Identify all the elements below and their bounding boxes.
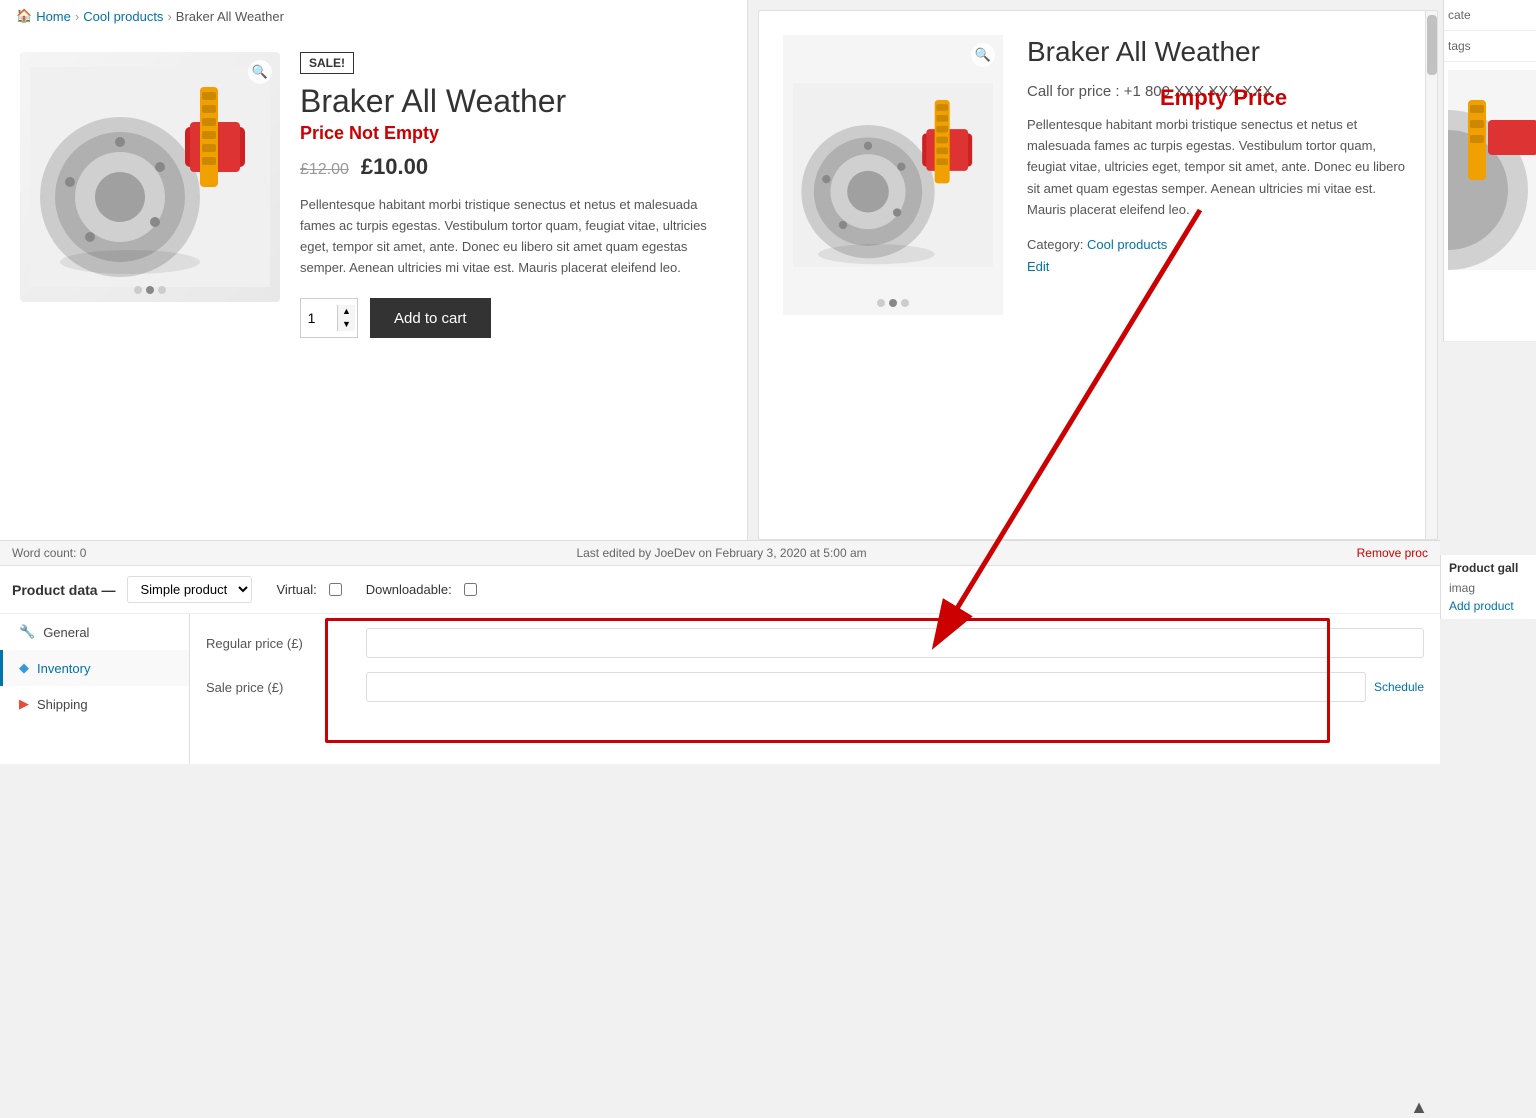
product-type-select[interactable]: Simple product: [127, 576, 252, 603]
tab-shipping[interactable]: ▶ Shipping: [0, 686, 189, 722]
original-price: £12.00: [300, 161, 349, 178]
product-info-left: SALE! Braker All Weather Price Not Empty…: [300, 52, 727, 338]
scrollbar-thumb[interactable]: [1427, 15, 1437, 75]
breadcrumb-sep2: ›: [167, 9, 171, 24]
virtual-label: Virtual:: [276, 582, 316, 597]
empty-price-annotation: Empty Price: [1160, 85, 1287, 111]
product-gallery-title: Product gall: [1449, 561, 1528, 575]
product-data-label: Product data —: [12, 582, 115, 598]
quantity-input[interactable]: 1 ▲ ▼: [300, 298, 358, 338]
sale-price-input-wrapper: Schedule: [366, 672, 1424, 702]
breadcrumb-sep1: ›: [75, 9, 79, 24]
add-product-image-link[interactable]: Add product: [1449, 599, 1528, 613]
dot-r-1: [877, 299, 885, 307]
quantity-field[interactable]: 1: [301, 310, 337, 326]
dot-r-3: [901, 299, 909, 307]
edit-link[interactable]: Edit: [1027, 259, 1049, 274]
scrollbar-right[interactable]: [1425, 11, 1437, 540]
tags-widget-label: tags: [1444, 31, 1536, 62]
tab-inventory-label: Inventory: [37, 661, 90, 676]
product-info-right: Braker All Weather Call for price : +1 8…: [1027, 35, 1413, 315]
dot-2: [146, 286, 154, 294]
product-image-svg: [30, 67, 270, 287]
product-description-left: Pellentesque habitant morbi tristique se…: [300, 195, 727, 278]
category-line: Category: Cool products: [1027, 237, 1413, 252]
category-link[interactable]: Cool products: [1087, 237, 1167, 252]
product-data-body: 🔧 General ◆ Inventory ▶ Shipping Regular…: [0, 614, 1440, 764]
remove-proc-link[interactable]: Remove proc: [1357, 546, 1428, 560]
dot-1: [134, 286, 142, 294]
product-title-right: Braker All Weather: [1027, 35, 1413, 69]
price-not-empty-annotation: Price Not Empty: [300, 123, 727, 144]
regular-price-label: Regular price (£): [206, 636, 366, 651]
price-area: £12.00 £10.00: [300, 154, 727, 180]
schedule-link[interactable]: Schedule: [1374, 680, 1424, 694]
image-dots: [134, 286, 166, 294]
product-image-right: 🔍: [783, 35, 1003, 315]
shipping-icon: ▶: [19, 696, 29, 712]
product-image-label: imag: [1449, 581, 1528, 595]
product-image-right-svg: [793, 45, 993, 305]
breadcrumb-current: Braker All Weather: [176, 9, 284, 24]
image-dots-right: [877, 299, 909, 307]
breadcrumb: 🏠 Home › Cool products › Braker All Weat…: [0, 0, 747, 32]
zoom-icon-left[interactable]: 🔍: [248, 60, 272, 84]
add-to-cart-row: 1 ▲ ▼ Add to cart: [300, 298, 727, 338]
word-count-bar: Word count: 0 Last edited by JoeDev on F…: [0, 541, 1440, 566]
regular-price-input[interactable]: [366, 628, 1424, 658]
regular-price-input-wrapper: [366, 628, 1424, 658]
breadcrumb-home-icon: 🏠: [16, 8, 32, 24]
tab-general[interactable]: 🔧 General: [0, 614, 189, 650]
product-image-left: 🔍: [20, 52, 280, 302]
tab-inventory[interactable]: ◆ Inventory: [0, 650, 189, 686]
category-label: Category:: [1027, 237, 1083, 252]
product-title-left: Braker All Weather: [300, 84, 727, 119]
product-gallery-widget: Product gall imag Add product: [1440, 555, 1536, 619]
regular-price-row: Regular price (£): [206, 628, 1424, 658]
zoom-icon-right[interactable]: 🔍: [971, 43, 995, 67]
product-description-right: Pellentesque habitant morbi tristique se…: [1027, 114, 1413, 221]
far-right-image-partial: [1448, 70, 1536, 270]
product-preview-right: 🔍 Braker All Weather Call for price : +1…: [759, 11, 1437, 339]
downloadable-checkbox[interactable]: [464, 583, 477, 596]
far-right-panel: cate tags: [1443, 0, 1536, 342]
quantity-arrows: ▲ ▼: [337, 305, 355, 331]
product-data-header: Product data — Simple product Virtual: D…: [0, 566, 1440, 614]
tab-general-label: General: [43, 625, 89, 640]
sale-price-input[interactable]: [366, 672, 1366, 702]
sale-price-row: Sale price (£) Schedule: [206, 672, 1424, 702]
virtual-checkbox[interactable]: [329, 583, 342, 596]
last-edited: Last edited by JoeDev on February 3, 202…: [576, 546, 866, 560]
general-icon: 🔧: [19, 624, 35, 640]
qty-up-arrow[interactable]: ▲: [337, 305, 355, 318]
product-data-tabs: 🔧 General ◆ Inventory ▶ Shipping: [0, 614, 190, 764]
image-widget-area: [1444, 62, 1536, 342]
downloadable-label: Downloadable:: [366, 582, 452, 597]
tab-shipping-label: Shipping: [37, 697, 88, 712]
right-product-preview: 🔍 Braker All Weather Call for price : +1…: [758, 10, 1438, 540]
dot-r-2: [889, 299, 897, 307]
product-preview-left: 🔍 SALE! Braker All Weather Price Not Emp…: [0, 32, 747, 358]
category-widget-label: cate: [1444, 0, 1536, 31]
dot-3: [158, 286, 166, 294]
breadcrumb-home-link[interactable]: Home: [36, 9, 71, 24]
sale-price-label: Sale price (£): [206, 680, 366, 695]
qty-down-arrow[interactable]: ▼: [337, 318, 355, 331]
sale-badge: SALE!: [300, 52, 354, 74]
breadcrumb-cool-products-link[interactable]: Cool products: [83, 9, 163, 24]
word-count: Word count: 0: [12, 546, 86, 560]
inventory-icon: ◆: [19, 660, 29, 676]
collapse-button[interactable]: ▲: [1410, 1097, 1428, 1118]
add-to-cart-button[interactable]: Add to cart: [370, 298, 491, 338]
sale-price: £10.00: [361, 154, 428, 179]
tab-content-area: Regular price (£) Sale price (£) Schedul…: [190, 614, 1440, 764]
admin-bottom-section: Word count: 0 Last edited by JoeDev on F…: [0, 540, 1440, 764]
